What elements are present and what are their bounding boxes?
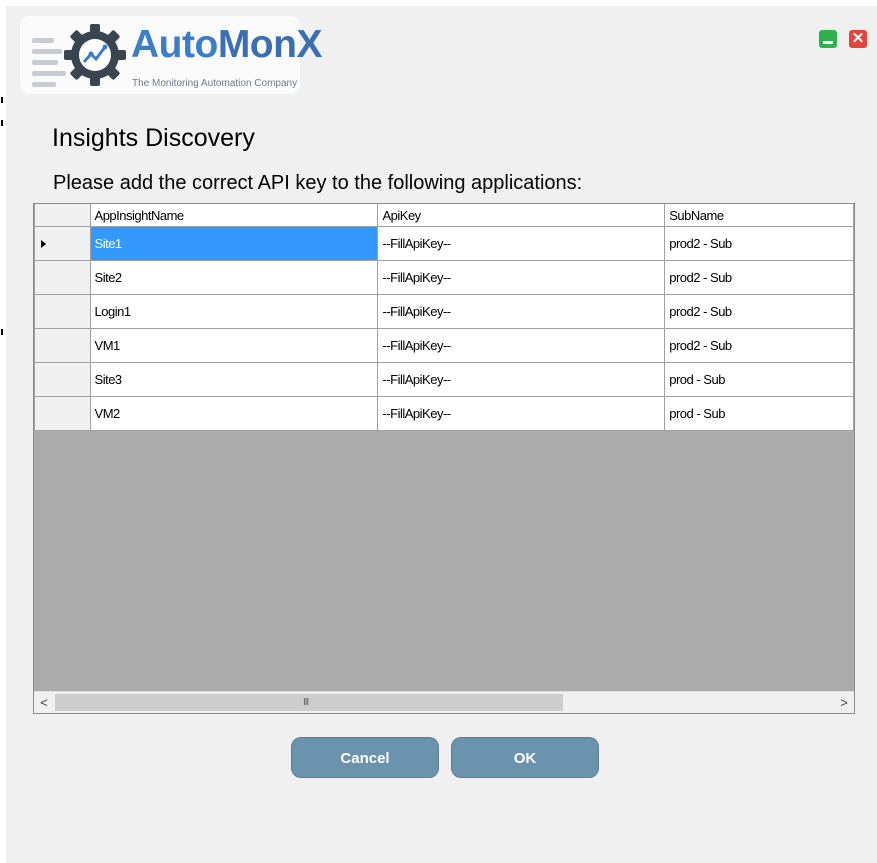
- cell-apikey[interactable]: --FillApiKey--: [377, 362, 666, 397]
- column-header-subname[interactable]: SubName: [664, 204, 854, 227]
- grid-corner-header: [34, 204, 91, 227]
- cell-apikey[interactable]: --FillApiKey--: [377, 226, 666, 261]
- cancel-button[interactable]: Cancel: [291, 737, 439, 778]
- logo-wordmark: AutoMonX: [131, 23, 322, 66]
- current-row-arrow-icon: [41, 240, 46, 248]
- cell-apikey[interactable]: --FillApiKey--: [377, 294, 666, 329]
- row-header[interactable]: [34, 328, 91, 363]
- cell-subname[interactable]: prod - Sub: [664, 396, 854, 431]
- scrollbar-grip-icon: III: [303, 697, 309, 708]
- page-subtitle: Please add the correct API key to the fo…: [53, 172, 583, 194]
- row-header[interactable]: [34, 260, 91, 295]
- applications-grid[interactable]: AppInsightName ApiKey SubName Site1 --Fi…: [33, 203, 855, 714]
- close-icon[interactable]: ✕: [849, 30, 867, 48]
- table-row[interactable]: Site1 --FillApiKey-- prod2 - Sub: [34, 226, 854, 261]
- table-row[interactable]: VM2 --FillApiKey-- prod - Sub: [34, 396, 854, 431]
- column-header-apikey[interactable]: ApiKey: [377, 204, 666, 227]
- gear-icon: [64, 24, 126, 86]
- scroll-left-icon[interactable]: <: [34, 692, 54, 713]
- cell-apikey[interactable]: --FillApiKey--: [377, 328, 666, 363]
- cell-subname[interactable]: prod - Sub: [664, 362, 854, 397]
- cell-subname[interactable]: prod2 - Sub: [664, 226, 854, 261]
- edge-mark: [1, 120, 3, 126]
- page-title: Insights Discovery: [52, 124, 255, 152]
- cell-appinsightname[interactable]: VM2: [89, 396, 379, 431]
- table-row[interactable]: VM1 --FillApiKey-- prod2 - Sub: [34, 328, 854, 363]
- column-header-appinsightname[interactable]: AppInsightName: [89, 204, 379, 227]
- table-row[interactable]: Site3 --FillApiKey-- prod - Sub: [34, 362, 854, 397]
- cell-subname[interactable]: prod2 - Sub: [664, 260, 854, 295]
- logo-speed-lines: [32, 38, 66, 93]
- cell-appinsightname[interactable]: Site1: [89, 226, 379, 261]
- cell-subname[interactable]: prod2 - Sub: [664, 294, 854, 329]
- cell-appinsightname[interactable]: Site3: [89, 362, 379, 397]
- row-header[interactable]: [34, 362, 91, 397]
- scroll-right-icon[interactable]: >: [834, 692, 854, 713]
- edge-mark: [1, 329, 3, 335]
- cell-appinsightname[interactable]: Site2: [89, 260, 379, 295]
- cell-apikey[interactable]: --FillApiKey--: [377, 260, 666, 295]
- cell-appinsightname[interactable]: Login1: [89, 294, 379, 329]
- row-header[interactable]: [34, 226, 91, 261]
- logo-tagline: The Monitoring Automation Company: [132, 78, 298, 89]
- edge-mark: [1, 97, 3, 103]
- table-row[interactable]: Login1 --FillApiKey-- prod2 - Sub: [34, 294, 854, 329]
- horizontal-scrollbar[interactable]: < III >: [34, 691, 854, 713]
- row-header[interactable]: [34, 396, 91, 431]
- table-row[interactable]: Site2 --FillApiKey-- prod2 - Sub: [34, 260, 854, 295]
- cell-apikey[interactable]: --FillApiKey--: [377, 396, 666, 431]
- scrollbar-thumb[interactable]: III: [55, 694, 563, 711]
- ok-button[interactable]: OK: [451, 737, 599, 778]
- grid-header-row: AppInsightName ApiKey SubName: [34, 204, 854, 227]
- minimize-icon[interactable]: [819, 30, 837, 48]
- cell-appinsightname[interactable]: VM1: [89, 328, 379, 363]
- automonx-logo: AutoMonX The Monitoring Automation Compa…: [20, 16, 322, 94]
- cell-subname[interactable]: prod2 - Sub: [664, 328, 854, 363]
- row-header[interactable]: [34, 294, 91, 329]
